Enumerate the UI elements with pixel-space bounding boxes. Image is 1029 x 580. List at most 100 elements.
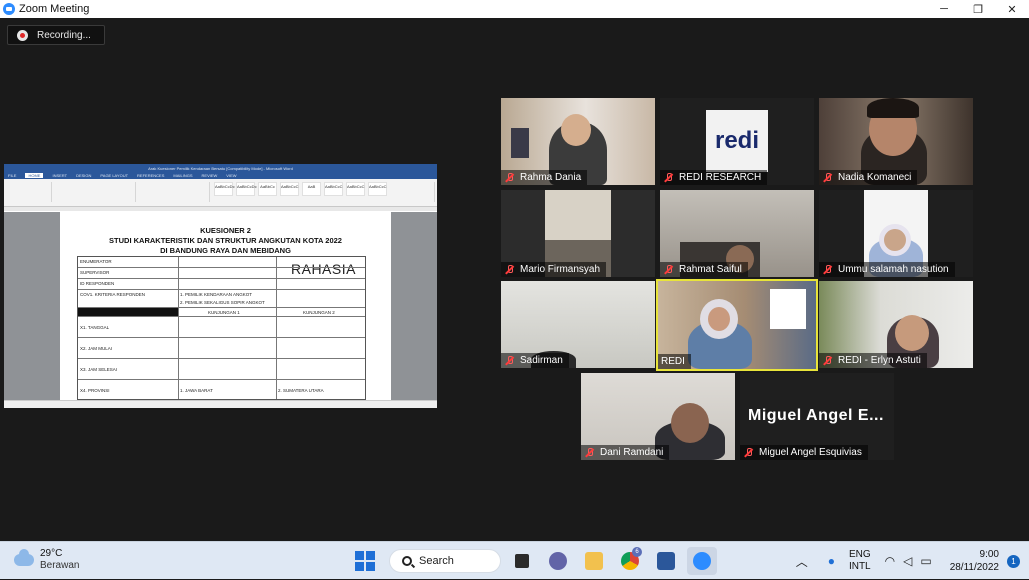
- style-title: AaB: [302, 182, 321, 196]
- weather-desc: Berawan: [40, 560, 80, 571]
- doc-heading: STUDI KARAKTERISTIK DAN STRUKTUR ANGKUTA…: [109, 236, 342, 245]
- video-tile[interactable]: Dani Ramdani: [581, 373, 735, 460]
- font-group: [56, 182, 136, 202]
- maximize-button[interactable]: ❐: [961, 0, 995, 18]
- word-button[interactable]: [651, 547, 681, 575]
- file-explorer-button[interactable]: [579, 547, 609, 575]
- clock[interactable]: 9:00 28/11/2022: [950, 548, 999, 574]
- word-tab: REFERENCES: [137, 173, 165, 178]
- participant-label: REDI RESEARCH: [660, 170, 768, 185]
- chevron-up-icon[interactable]: ︿: [796, 553, 808, 570]
- muted-mic-icon: [584, 447, 595, 458]
- participant-label: Mario Firmansyah: [501, 262, 607, 277]
- video-tile[interactable]: REDI - Erlyn Astuti: [819, 281, 973, 368]
- start-button[interactable]: [355, 551, 375, 571]
- table-row: X3. JAM SELESAI: [78, 359, 365, 380]
- word-ribbon-tabs: FILE HOME INSERT DESIGN PAGE LAYOUT REFE…: [4, 172, 437, 179]
- document-area: KUESIONER 2 STUDI KARAKTERISTIK DAN STRU…: [4, 212, 437, 400]
- muted-mic-icon: [663, 264, 674, 275]
- muted-mic-icon: [822, 172, 833, 183]
- title-bar: Zoom Meeting ─ ❐ ✕: [0, 0, 1029, 18]
- task-view-button[interactable]: [507, 547, 537, 575]
- chat-icon: [549, 552, 567, 570]
- word-tab: REVIEW: [201, 173, 218, 178]
- muted-mic-icon: [504, 172, 515, 183]
- clipboard-group: [6, 182, 52, 202]
- style-heading2: AaBbCcC: [280, 182, 299, 196]
- clock-time: 9:00: [979, 549, 999, 560]
- muted-mic-icon: [663, 172, 674, 183]
- recording-indicator[interactable]: Recording...: [7, 25, 105, 45]
- word-status-bar: [4, 400, 437, 408]
- notification-badge[interactable]: 1: [1007, 554, 1020, 568]
- chrome-badge: 6: [632, 547, 642, 557]
- redi-logo-text: redi: [714, 127, 759, 154]
- word-tab: DESIGN: [76, 173, 92, 178]
- video-tile[interactable]: Mario Firmansyah: [501, 190, 655, 277]
- taskbar-search[interactable]: Search: [389, 549, 501, 573]
- muted-mic-icon: [743, 447, 754, 458]
- window-title: Zoom Meeting: [19, 3, 90, 15]
- system-tray: ︿ ● ENG INTL ◠ ◁ ▭ 9:00 28/11/2022 1: [796, 542, 1029, 580]
- word-title-bar: Arak Kuesioner Pemilik Kendaraan Bersatu…: [4, 164, 437, 172]
- muted-mic-icon: [504, 355, 515, 366]
- ruler: [4, 207, 437, 211]
- folder-icon: [585, 552, 603, 570]
- zoom-icon: [693, 552, 711, 570]
- participant-label: Dani Ramdani: [581, 445, 670, 460]
- weather-widget[interactable]: 29°C Berawan: [14, 548, 79, 572]
- table-row: X2. JAM MULAI: [78, 338, 365, 359]
- video-tile-active-speaker[interactable]: REDI: [656, 279, 818, 371]
- volume-icon[interactable]: ◁: [903, 554, 912, 568]
- language-indicator[interactable]: ENG INTL: [849, 549, 871, 573]
- word-title: Arak Kuesioner Pemilik Kendaraan Bersatu…: [148, 165, 293, 171]
- style-normal: AaBbCcDc: [214, 182, 235, 196]
- editing-group: [402, 182, 435, 202]
- shared-screen[interactable]: Arak Kuesioner Pemilik Kendaraan Bersatu…: [4, 164, 437, 408]
- document-page: KUESIONER 2 STUDI KARAKTERISTIK DAN STRU…: [60, 212, 391, 400]
- table-row: X4. PROVINSI 1. JAWA BARAT 2. SUMATERA UTA…: [80, 388, 324, 393]
- participant-display-name: Miguel Angel E...: [748, 407, 884, 424]
- zoom-taskbar-button[interactable]: [687, 547, 717, 575]
- style-heading1: AaBbCc: [258, 182, 277, 196]
- table-row: SUPERVISOR: [78, 268, 365, 279]
- participant-label: REDI - Erlyn Astuti: [819, 353, 927, 368]
- word-tab: VIEW: [226, 173, 237, 178]
- chat-button[interactable]: [543, 547, 573, 575]
- microphone-icon[interactable]: ●: [828, 554, 835, 568]
- doc-heading: DI BANDUNG RAYA DAN MEBIDANG: [160, 246, 291, 255]
- video-tile[interactable]: Miguel Angel E... Miguel Angel Esquivias: [740, 373, 894, 460]
- wifi-icon[interactable]: ◠: [885, 554, 895, 568]
- style-subtitle: AaBbCcC: [324, 182, 343, 196]
- zoom-logo-icon: [3, 3, 15, 15]
- chrome-button[interactable]: 6: [615, 547, 645, 575]
- video-tile[interactable]: Rahma Dania: [501, 98, 655, 185]
- close-button[interactable]: ✕: [995, 0, 1029, 18]
- style-nospacing: AaBbCcDc: [236, 182, 257, 196]
- style-subtle: AaBbCcC: [346, 182, 365, 196]
- task-view-icon: [515, 554, 529, 568]
- paragraph-group: [140, 182, 210, 202]
- minimize-button[interactable]: ─: [927, 0, 961, 18]
- battery-icon[interactable]: ▭: [920, 554, 931, 568]
- participant-label: Miguel Angel Esquivias: [740, 445, 868, 460]
- word-tab: INSERT: [52, 173, 68, 178]
- meeting-area: Recording... Arak Kuesioner Pemilik Kend…: [0, 18, 1029, 541]
- table-row: ENUMERATOR: [78, 257, 365, 268]
- redi-logo: redi: [706, 110, 768, 172]
- word-tab: MAILINGS: [173, 173, 193, 178]
- recording-label: Recording...: [37, 29, 91, 41]
- questionnaire-table: RAHASIA ENUMERATOR SUPERVISOR ID RESPOND…: [77, 256, 366, 400]
- video-tile[interactable]: Rahmat Saiful: [660, 190, 814, 277]
- word-tab: PAGE LAYOUT: [100, 173, 129, 178]
- clock-date: 28/11/2022: [949, 562, 999, 573]
- style-emphasis: AaBbCcC: [368, 182, 387, 196]
- muted-mic-icon: [504, 264, 515, 275]
- video-tile[interactable]: Ummu salamah nasution: [819, 190, 973, 277]
- cloud-icon: [14, 549, 34, 566]
- video-tile[interactable]: Sadirman: [501, 281, 655, 368]
- video-tile[interactable]: redi REDI RESEARCH: [660, 98, 814, 185]
- video-tile[interactable]: Nadia Komaneci: [819, 98, 973, 185]
- weather-temp: 29°C: [40, 548, 63, 559]
- record-icon: [17, 29, 28, 41]
